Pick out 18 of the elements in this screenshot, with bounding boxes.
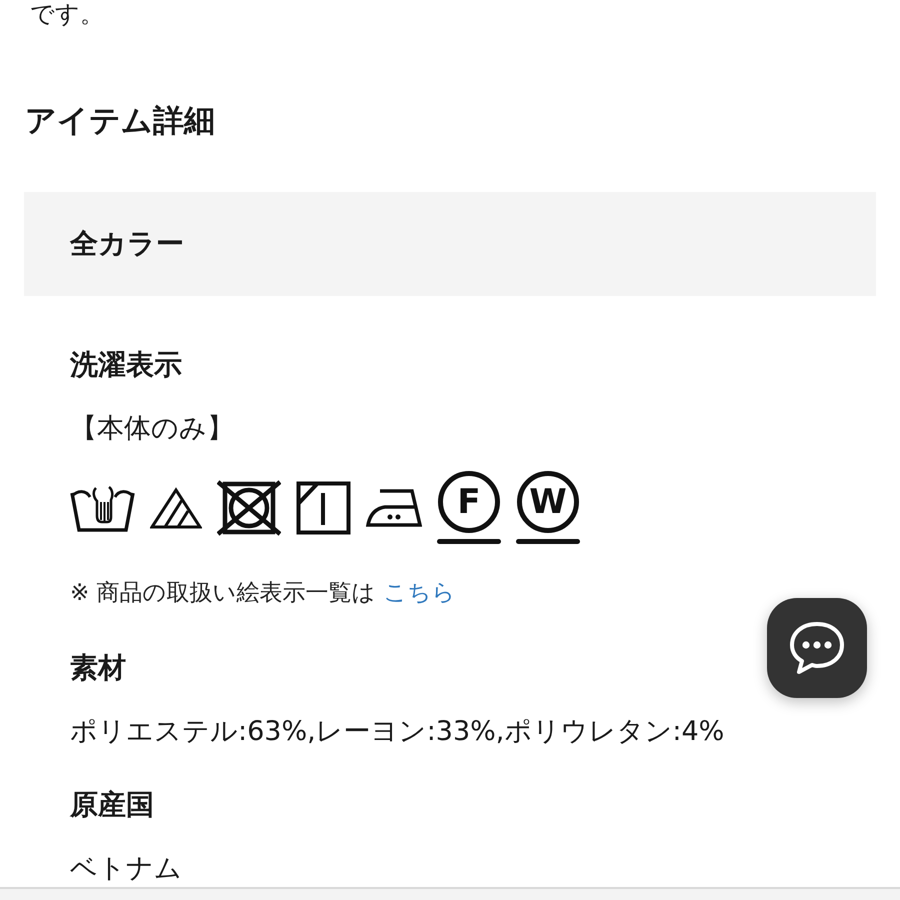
body-text: です。 <box>29 0 104 28</box>
iron-icon <box>366 488 422 528</box>
care-list-link[interactable]: こちら <box>384 580 456 606</box>
chat-button[interactable] <box>767 598 867 698</box>
care-heading: 洗濯表示 <box>70 346 182 383</box>
crossed-tumble-dry-icon <box>217 480 281 536</box>
field-value: ベトナム <box>70 852 182 886</box>
field-label: 原産国 <box>70 786 154 823</box>
field-value: ポリエステル:63%,レーヨン:33%,ポリウレタン:4% <box>70 714 724 749</box>
hand-wash-icon <box>70 484 135 532</box>
section-title: アイテム詳細 <box>25 102 215 141</box>
chat-bubble-icon <box>788 620 846 676</box>
color-label: 全カラー <box>70 226 184 262</box>
field-label: 素材 <box>70 650 126 686</box>
bleach-triangle-icon <box>150 486 202 529</box>
care-scope-text: 【本体のみ】 <box>70 412 234 446</box>
line-dry-shade-icon <box>296 480 351 535</box>
care-note: ※ 商品の取扱い絵表示一覧は こちら <box>70 578 456 608</box>
